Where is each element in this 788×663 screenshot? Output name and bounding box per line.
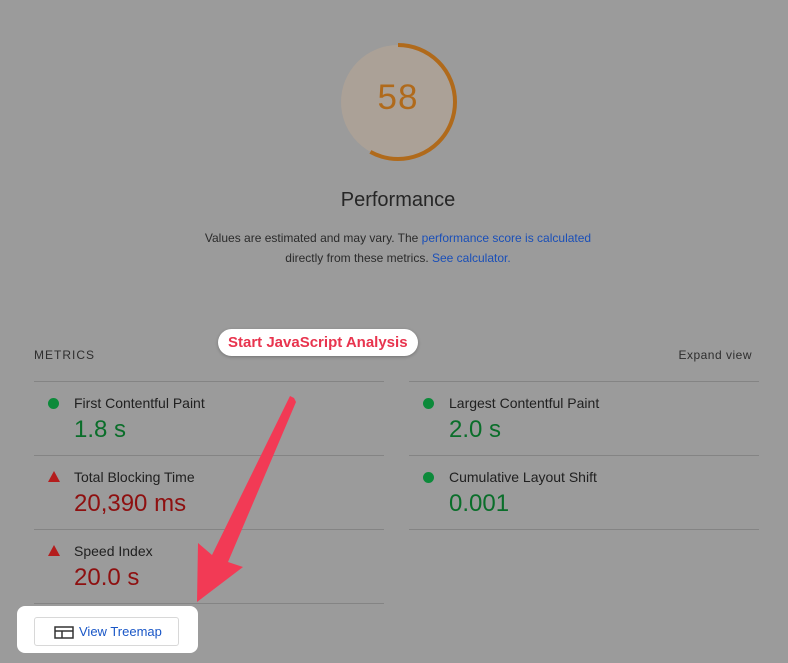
description-text-2: directly from these metrics. <box>285 251 432 265</box>
metric-cumulative-layout-shift: Cumulative Layout Shift 0.001 <box>409 455 759 530</box>
pass-dot-icon <box>423 398 434 409</box>
metric-value: 0.001 <box>449 490 510 517</box>
view-treemap-label: View Treemap <box>79 624 162 639</box>
expand-view-button[interactable]: Expand view <box>678 348 752 362</box>
pass-dot-icon <box>48 398 59 409</box>
metric-label: Speed Index <box>74 543 153 559</box>
view-treemap-button[interactable]: View Treemap <box>34 617 179 646</box>
performance-score: 58 <box>377 78 419 117</box>
score-calculation-link[interactable]: performance score is calculated <box>422 231 591 245</box>
metric-value: 20.0 s <box>74 564 140 591</box>
score-description: Values are estimated and may vary. The p… <box>150 228 646 268</box>
fail-triangle-icon <box>48 545 60 556</box>
description-text-1: Values are estimated and may vary. The <box>204 231 422 245</box>
metrics-column-right: Largest Contentful Paint 2.0 s Cumulativ… <box>409 381 759 530</box>
metric-largest-contentful-paint: Largest Contentful Paint 2.0 s <box>409 381 759 455</box>
metrics-heading: METRICS <box>34 348 95 362</box>
annotation-arrow-icon <box>197 396 296 602</box>
fail-triangle-icon <box>48 471 60 482</box>
calculator-link[interactable]: See calculator. <box>432 251 511 265</box>
metric-value: 1.8 s <box>74 416 127 443</box>
metric-value: 20,390 ms <box>74 490 187 517</box>
start-javascript-analysis-callout: Start JavaScript Analysis <box>218 329 418 356</box>
metric-label: Largest Contentful Paint <box>449 395 600 411</box>
pass-dot-icon <box>423 472 434 483</box>
page-title: Performance <box>340 189 456 211</box>
treemap-icon <box>54 626 74 639</box>
metric-value: 2.0 s <box>449 416 502 443</box>
metric-label: Cumulative Layout Shift <box>449 469 597 485</box>
metric-label: Total Blocking Time <box>74 469 195 485</box>
